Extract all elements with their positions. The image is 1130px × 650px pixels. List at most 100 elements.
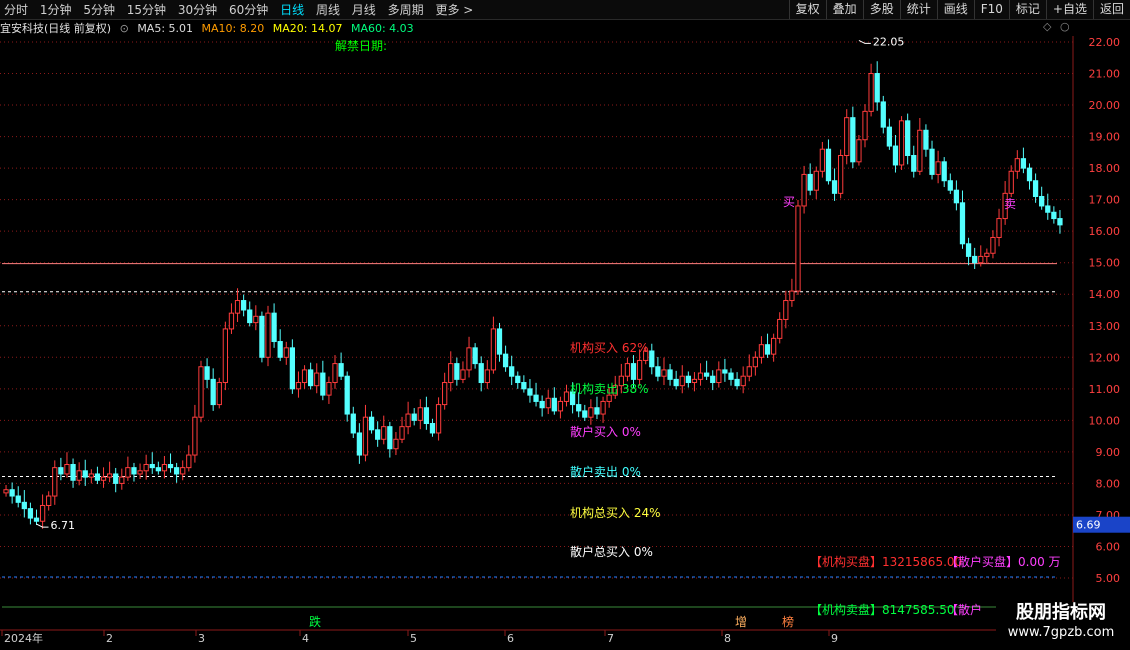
unlock-date-label: 解禁日期:: [335, 39, 387, 53]
back-button[interactable]: 返回: [1092, 0, 1130, 19]
candle-body: [253, 315, 259, 324]
candle-body: [289, 347, 295, 390]
tab-30min[interactable]: 30分钟: [178, 1, 217, 18]
candle-body: [234, 300, 241, 314]
candle-body: [454, 363, 460, 380]
candle-body: [691, 378, 698, 384]
x-tick-label: 5: [410, 632, 417, 645]
candle-body: [82, 470, 88, 478]
stock-title[interactable]: 宜安科技(日线 前复权): [0, 22, 111, 35]
retail-sell-text: 散户卖出 0%: [570, 464, 641, 479]
kline-chart[interactable]: 5.006.007.008.009.0010.0011.0012.0013.00…: [0, 36, 1130, 650]
adjust-button[interactable]: 复权: [788, 0, 826, 19]
candle-body: [356, 432, 363, 456]
watermark-title: 股朋指标网: [1016, 602, 1106, 623]
candle-body: [990, 236, 996, 254]
y-tick-label: 11.00: [1089, 383, 1121, 396]
retail-total-buy-text: 散户总买入 0%: [570, 544, 653, 559]
candle-body: [106, 473, 113, 478]
candle-body: [478, 363, 484, 384]
candle-body: [752, 356, 758, 368]
add-watchlist-button[interactable]: +自选: [1045, 0, 1093, 19]
candle-body: [155, 467, 161, 472]
candle-body: [789, 290, 795, 302]
y-tick-label: 12.00: [1089, 351, 1121, 364]
candle-body: [679, 375, 685, 387]
y-tick-label: 20.00: [1089, 99, 1121, 112]
candle-body: [874, 73, 880, 103]
draw-line-button[interactable]: 画线: [936, 0, 974, 19]
diamond-icon[interactable]: ◇: [1043, 20, 1051, 33]
candle-body: [64, 463, 70, 475]
ma5-value: MA5: 5.01: [137, 22, 194, 35]
candle-body: [308, 369, 314, 387]
candle-body: [801, 173, 807, 207]
tab-multi-period[interactable]: 多周期: [388, 1, 424, 18]
candle-body: [113, 473, 119, 484]
candle-body: [509, 366, 515, 377]
candle-body: [783, 300, 789, 320]
candle-body: [393, 438, 399, 450]
candle-body: [149, 463, 155, 469]
candle-body: [685, 375, 691, 384]
candle-body: [15, 495, 21, 503]
candle-body: [1014, 158, 1020, 172]
candle-body: [1039, 195, 1045, 207]
candle-body: [825, 148, 832, 182]
candle-body: [892, 145, 899, 166]
candle-body: [703, 372, 710, 377]
x-tick-label: 9: [831, 632, 838, 645]
period-tabs: 分时 1分钟 5分钟 15分钟 30分钟 60分钟 日线 周线 月线 多周期 更…: [4, 1, 481, 18]
candle-body: [204, 366, 210, 380]
candle-body: [295, 382, 302, 390]
indicator-bar: 宜安科技(日线 前复权) ⊙ MA5: 5.01 MA10: 8.20 MA20…: [0, 20, 1080, 36]
f10-button[interactable]: F10: [973, 0, 1009, 19]
candle-body: [326, 382, 332, 396]
toolbar: 分时 1分钟 5分钟 15分钟 30分钟 60分钟 日线 周线 月线 多周期 更…: [0, 0, 1130, 20]
candle-body: [600, 400, 606, 415]
low-marker-label: 6.71: [51, 519, 76, 532]
candle-body: [716, 369, 722, 384]
stats-button[interactable]: 统计: [899, 0, 937, 19]
candle-body: [959, 202, 966, 245]
inst-sell-disk-text: 【机构卖盘】8147585.50: [810, 602, 955, 617]
candle-body: [978, 255, 984, 264]
signal-buy: 买: [783, 195, 795, 209]
candle-body: [819, 148, 826, 172]
ma60-value: MA60: 4.03: [350, 22, 414, 35]
tab-15min[interactable]: 15分钟: [127, 1, 166, 18]
candle-body: [862, 110, 868, 141]
candle-body: [764, 344, 771, 355]
multi-stock-button[interactable]: 多股: [862, 0, 900, 19]
x-tick-label: 3: [198, 632, 205, 645]
candle-body: [1032, 180, 1039, 197]
settings-icon[interactable]: ⊙: [120, 22, 129, 35]
candle-body: [697, 372, 704, 380]
candle-body: [947, 180, 953, 191]
candle-body: [734, 378, 740, 387]
candle-body: [630, 363, 637, 380]
tab-5min[interactable]: 5分钟: [83, 1, 115, 18]
tab-more[interactable]: 更多 >: [435, 1, 473, 18]
candle-body: [344, 375, 350, 415]
candle-body: [710, 375, 716, 384]
candle-body: [301, 369, 308, 384]
candle-body: [557, 400, 564, 412]
tab-1min[interactable]: 1分钟: [40, 1, 72, 18]
y-tick-label: 10.00: [1089, 414, 1121, 427]
tab-weekly[interactable]: 周线: [316, 1, 340, 18]
candle-body: [9, 489, 15, 497]
tab-fenshi[interactable]: 分时: [4, 1, 28, 18]
action-buttons: 复权 叠加 多股 统计 画线 F10 标记 +自选 返回: [788, 0, 1130, 19]
candle-body: [905, 120, 911, 157]
candle-body: [667, 369, 673, 380]
tab-60min[interactable]: 60分钟: [229, 1, 268, 18]
candle-body: [259, 315, 265, 358]
overlay-button[interactable]: 叠加: [825, 0, 863, 19]
mark-button[interactable]: 标记: [1008, 0, 1046, 19]
tab-monthly[interactable]: 月线: [352, 1, 376, 18]
candle-body: [21, 501, 27, 510]
tab-daily[interactable]: 日线: [280, 1, 304, 18]
circle-icon[interactable]: ○: [1060, 20, 1070, 33]
candle-body: [831, 180, 838, 194]
